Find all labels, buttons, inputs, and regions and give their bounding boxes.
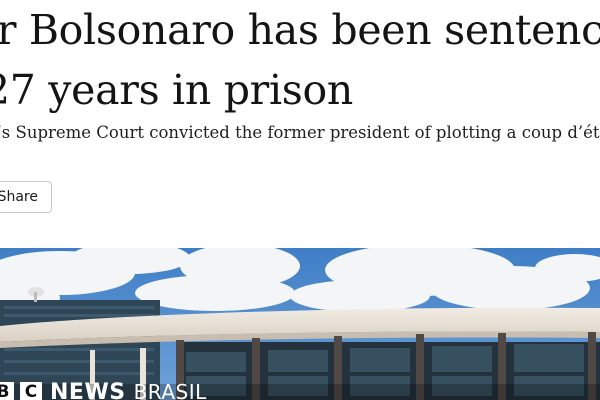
article-headline: ir Bolsonaro has been sentenced 27 years…: [0, 0, 600, 120]
hero-image: [0, 248, 600, 400]
article-standfirst: il’s Supreme Court convicted the former …: [0, 123, 600, 142]
logo-news-text: NEWS: [50, 379, 126, 400]
headline-line-1: ir Bolsonaro has been sentenced: [0, 6, 600, 54]
broadcaster-logo: B C NEWS BRASIL: [0, 379, 207, 400]
headline-line-2: 27 years in prison: [0, 66, 353, 114]
share-label: Share: [0, 189, 38, 205]
article-page: ir Bolsonaro has been sentenced 27 years…: [0, 0, 600, 400]
logo-region-text: BRASIL: [133, 380, 207, 400]
share-button[interactable]: Share: [0, 181, 52, 213]
logo-letter-c: C: [20, 382, 42, 400]
logo-letter-b: B: [0, 382, 14, 400]
